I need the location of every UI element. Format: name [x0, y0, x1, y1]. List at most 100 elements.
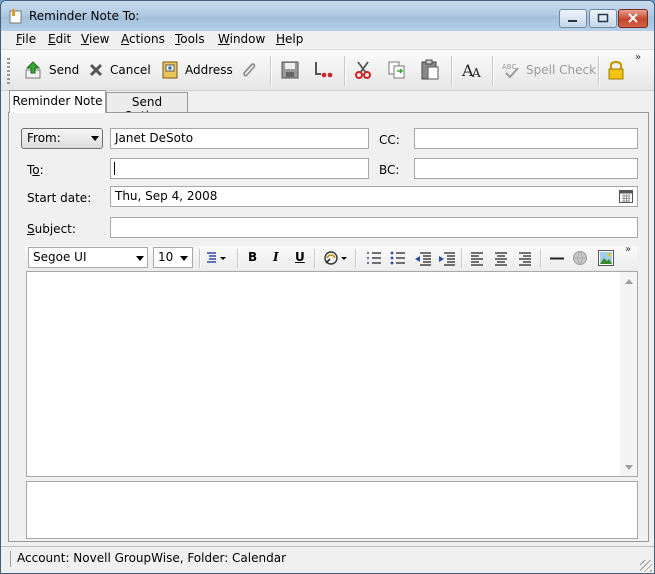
menu-view[interactable]: View — [81, 32, 109, 46]
properties-icon — [315, 62, 333, 78]
editor-vertical-scrollbar[interactable] — [620, 272, 637, 476]
main-toolbar: Send Cancel Address A A ABC Spell Check … — [1, 49, 654, 91]
tab-send-options[interactable]: Send Options — [106, 92, 188, 123]
insert-image-icon[interactable] — [598, 250, 614, 266]
toolbar-overflow-chevron[interactable]: » — [635, 52, 641, 63]
hyperlink-globe-icon[interactable] — [572, 250, 588, 266]
scroll-down-arrow-icon[interactable] — [625, 465, 633, 470]
chevron-down-icon — [91, 136, 99, 141]
format-separator — [461, 249, 463, 268]
toolbar-separator — [344, 56, 346, 86]
start-date-field[interactable]: Thu, Sep 4, 2008 — [110, 186, 638, 207]
secure-button[interactable] — [607, 58, 625, 82]
subject-field[interactable] — [110, 217, 638, 238]
chevron-down-icon — [180, 256, 188, 261]
properties-button[interactable] — [312, 58, 334, 82]
toolbar-separator — [492, 56, 494, 86]
to-field[interactable] — [110, 158, 369, 179]
status-text: Account: Novell GroupWise, Folder: Calen… — [17, 551, 287, 565]
minimize-button[interactable] — [559, 9, 587, 28]
from-dropdown[interactable]: From: — [21, 128, 103, 149]
increase-indent-icon[interactable] — [438, 251, 456, 266]
italic-button[interactable]: I — [273, 250, 279, 264]
menu-help[interactable]: Help — [276, 32, 303, 46]
chevron-down-icon — [136, 256, 144, 261]
format-separator — [355, 249, 357, 268]
scissors-icon — [355, 61, 371, 79]
align-right-icon[interactable] — [518, 251, 532, 266]
from-field[interactable]: Janet DeSoto — [110, 128, 369, 149]
tab-reminder-note[interactable]: Reminder Note — [9, 90, 106, 113]
to-label: To: — [27, 163, 44, 177]
menu-file[interactable]: File — [16, 32, 36, 46]
horizontal-line-icon[interactable] — [549, 251, 565, 266]
message-body-editor[interactable] — [26, 271, 638, 477]
calendar-icon[interactable] — [619, 190, 633, 203]
bold-button[interactable]: B — [248, 250, 257, 264]
font-name-select[interactable]: Segoe UI — [28, 247, 148, 268]
toolbar-separator — [451, 56, 453, 86]
status-divider — [10, 551, 11, 567]
format-separator — [237, 249, 239, 268]
address-button[interactable]: Address — [161, 58, 233, 82]
window-title: Reminder Note To: — [29, 9, 140, 23]
svg-text:ABC: ABC — [502, 63, 516, 71]
copy-button[interactable] — [387, 58, 407, 82]
toolbar-separator — [598, 56, 600, 86]
toolbar-grip[interactable] — [7, 58, 10, 84]
format-toolbar-overflow-chevron[interactable]: » — [625, 244, 631, 255]
paperclip-icon — [243, 63, 256, 77]
menu-edit[interactable]: Edit — [48, 32, 71, 46]
highlight-color-icon[interactable] — [322, 249, 350, 267]
cc-field[interactable] — [414, 128, 638, 149]
menu-actions[interactable]: Actions — [121, 32, 165, 46]
font-size-select[interactable]: 10 — [153, 247, 193, 268]
cc-label: CC: — [379, 133, 400, 147]
numbered-list-icon[interactable] — [366, 251, 382, 266]
text-cursor — [114, 162, 115, 175]
maximize-button[interactable] — [589, 9, 617, 28]
app-window: Reminder Note To: File Edit View Actions… — [0, 0, 655, 574]
address-book-icon — [162, 61, 178, 79]
align-left-icon[interactable] — [470, 251, 484, 266]
align-center-icon[interactable] — [494, 251, 508, 266]
paste-icon — [421, 59, 439, 80]
menu-tools[interactable]: Tools — [175, 32, 205, 46]
close-icon — [628, 13, 638, 23]
toolbar-separator — [270, 56, 272, 86]
format-separator — [199, 249, 201, 268]
save-icon — [281, 61, 299, 79]
send-icon — [25, 61, 41, 79]
decrease-indent-icon[interactable] — [414, 251, 432, 266]
menu-bar: File Edit View Actions Tools Window Help — [1, 31, 654, 49]
minimize-icon — [568, 20, 577, 22]
attach-button[interactable] — [240, 58, 258, 82]
paste-button[interactable] — [420, 58, 440, 82]
font-button[interactable]: A A — [461, 58, 483, 82]
close-button[interactable] — [618, 9, 648, 28]
title-bar[interactable]: Reminder Note To: — [1, 1, 654, 32]
spell-check-icon: ABC — [502, 63, 519, 79]
save-draft-button[interactable] — [281, 58, 299, 82]
bulleted-list-icon[interactable] — [390, 251, 406, 266]
bc-field[interactable] — [414, 158, 638, 179]
send-button[interactable]: Send — [23, 58, 79, 82]
subject-label: Subject: — [27, 222, 76, 236]
maximize-icon — [597, 13, 609, 23]
spell-check-button[interactable]: ABC Spell Check — [502, 58, 596, 82]
start-date-label: Start date: — [27, 191, 92, 205]
attachment-area[interactable] — [26, 481, 638, 539]
menu-window[interactable]: Window — [218, 32, 265, 46]
underline-button[interactable]: U — [295, 250, 305, 264]
scroll-up-arrow-icon[interactable] — [625, 279, 633, 284]
lock-icon — [608, 60, 624, 80]
font-icon: A A — [461, 61, 481, 80]
bc-label: BC: — [379, 163, 400, 177]
resize-grip[interactable] — [640, 560, 652, 572]
cut-button[interactable] — [353, 58, 373, 82]
cancel-button[interactable]: Cancel — [88, 58, 151, 82]
format-toolbar: Segoe UI 10 B I U » — [25, 244, 637, 271]
format-separator — [540, 249, 542, 268]
paragraph-style-icon[interactable] — [206, 251, 230, 266]
format-separator — [314, 249, 316, 268]
